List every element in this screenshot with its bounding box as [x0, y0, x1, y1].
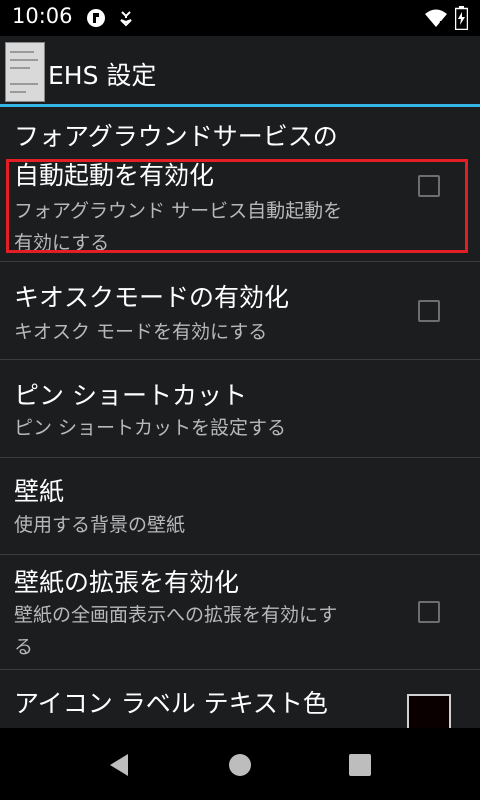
page-title: EHS 設定 [48, 61, 157, 90]
setting-title: フォアグラウンドサービスの 自動起動を有効化 [14, 122, 338, 190]
status-time: 10:06 [12, 4, 73, 28]
setting-kiosk-mode[interactable]: キオスクモードの有効化 キオスク モードを有効にする [0, 262, 480, 360]
setting-icon-label-text-color[interactable]: アイコン ラベル テキスト色 [0, 670, 480, 728]
setting-title: アイコン ラベル テキスト色 [14, 689, 328, 718]
setting-wallpaper-extend[interactable]: 壁紙の拡張を有効化 壁紙の全画面表示への拡張を有効にす る [0, 555, 480, 670]
home-icon[interactable] [227, 752, 253, 778]
app-notification-icon [87, 9, 105, 27]
setting-title: 壁紙 [14, 477, 65, 506]
recents-icon[interactable] [347, 752, 373, 778]
setting-title: 壁紙の拡張を有効化 [14, 568, 240, 597]
svg-text:5: 5 [439, 20, 444, 28]
app-thumbnail-icon [5, 42, 45, 102]
status-bar: 10:06 5 [0, 0, 480, 36]
setting-subtitle: 使用する背景の壁紙 [14, 514, 186, 536]
setting-subtitle: 壁紙の全画面表示への拡張を有効にす る [14, 604, 338, 658]
settings-list[interactable]: フォアグラウンドサービスの 自動起動を有効化 フォアグラウンド サービス自動起動… [0, 107, 480, 728]
foreground-service-checkbox[interactable] [418, 175, 440, 197]
kiosk-mode-checkbox[interactable] [418, 300, 440, 322]
setting-subtitle: キオスク モードを有効にする [14, 321, 268, 343]
setting-title: キオスクモードの有効化 [14, 283, 290, 312]
setting-subtitle: ピン ショートカットを設定する [14, 417, 287, 439]
setting-wallpaper[interactable]: 壁紙 使用する背景の壁紙 [0, 458, 480, 555]
setting-title: ピン ショートカット [14, 381, 247, 410]
setting-pin-shortcut[interactable]: ピン ショートカット ピン ショートカットを設定する [0, 360, 480, 458]
action-bar: EHS 設定 [0, 36, 480, 104]
back-icon[interactable] [106, 752, 132, 778]
wifi-icon: 5 [425, 9, 447, 28]
navigation-bar [0, 728, 480, 800]
color-swatch[interactable] [407, 694, 451, 728]
setting-subtitle: フォアグラウンド サービス自動起動を 有効にする [14, 200, 343, 254]
battery-charging-icon [455, 6, 468, 30]
wallpaper-extend-checkbox[interactable] [418, 601, 440, 623]
setting-foreground-service-autostart[interactable]: フォアグラウンドサービスの 自動起動を有効化 フォアグラウンド サービス自動起動… [0, 107, 480, 262]
download-icon [120, 11, 132, 27]
